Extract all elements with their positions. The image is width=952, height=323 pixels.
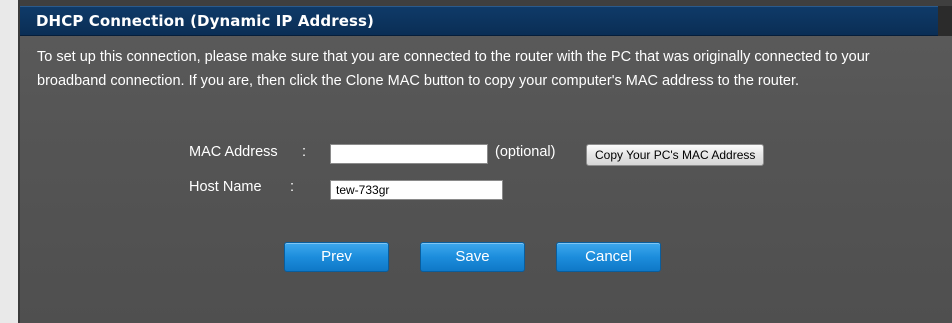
save-button[interactable]: Save (420, 242, 525, 272)
mac-address-input[interactable] (330, 144, 488, 164)
panel-header: DHCP Connection (Dynamic IP Address) (20, 6, 952, 36)
dhcp-panel: DHCP Connection (Dynamic IP Address) To … (18, 0, 952, 323)
copy-mac-address-button[interactable]: Copy Your PC's MAC Address (586, 144, 765, 166)
host-name-row: Host Name : (20, 177, 920, 201)
mac-address-optional-hint: (optional) (495, 144, 556, 160)
cancel-button[interactable]: Cancel (556, 242, 661, 272)
panel-title: DHCP Connection (Dynamic IP Address) (36, 12, 375, 30)
panel-edge (938, 6, 952, 36)
panel-description: To set up this connection, please make s… (37, 49, 870, 89)
host-name-colon: : (290, 179, 295, 195)
mac-address-colon: : (302, 144, 307, 160)
host-name-label: Host Name (189, 179, 262, 195)
host-name-input[interactable] (330, 180, 503, 200)
prev-button[interactable]: Prev (284, 242, 389, 272)
mac-address-label: MAC Address (189, 144, 278, 160)
mac-address-row: MAC Address : (optional) Copy Your PC's … (20, 142, 920, 166)
